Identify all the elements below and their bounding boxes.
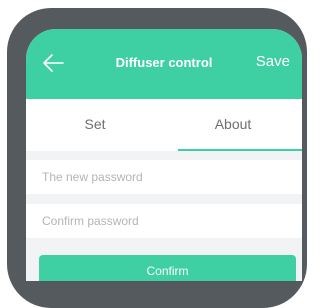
tab-set[interactable]: Set	[26, 99, 164, 151]
new-password-field	[26, 160, 302, 194]
phone-frame: Diffuser control Save Set About Confirm	[7, 8, 307, 308]
tab-bar: Set About	[26, 99, 302, 151]
tab-about[interactable]: About	[164, 99, 302, 151]
confirm-button[interactable]: Confirm	[39, 255, 296, 281]
active-tab-indicator	[178, 149, 302, 151]
new-password-input[interactable]	[26, 160, 302, 194]
app-header: Diffuser control Save	[26, 29, 302, 99]
app-screen: Diffuser control Save Set About Confirm	[26, 29, 302, 281]
save-button[interactable]: Save	[256, 53, 290, 70]
confirm-password-input[interactable]	[26, 204, 302, 238]
confirm-password-field	[26, 204, 302, 238]
